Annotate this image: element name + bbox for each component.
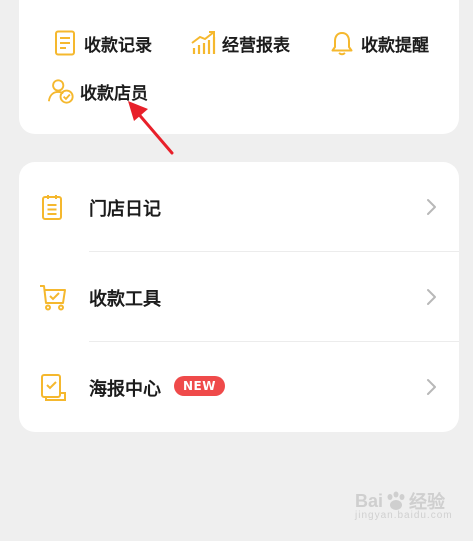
menu-item-label: 收款工具	[89, 289, 161, 310]
quick-action-payment-reminder[interactable]: 收款提醒	[328, 28, 429, 58]
menu-item-payment-tools[interactable]: 收款工具	[19, 252, 459, 342]
menu-item-poster-center[interactable]: 海报中心 NEW	[19, 342, 459, 432]
quick-action-business-report[interactable]: 经营报表	[189, 28, 290, 58]
growth-chart-icon	[189, 29, 217, 57]
chevron-right-icon	[427, 289, 436, 305]
quick-action-label: 收款记录	[84, 35, 152, 56]
annotation-arrow-icon	[128, 101, 174, 155]
menu-item-store-diary[interactable]: 门店日记	[19, 162, 459, 252]
chevron-right-icon	[427, 199, 436, 215]
baidu-watermark: Bai 经验 jingyan.baidu.com	[355, 488, 452, 522]
paw-icon	[387, 491, 405, 510]
menu-card: 门店日记 收款工具 海报中心 NEW	[19, 162, 459, 432]
clipboard-icon	[39, 193, 67, 221]
quick-actions-card: 收款记录 经营报表 收款提醒 收款店员	[19, 0, 459, 134]
menu-item-label: 海报中心	[89, 379, 161, 400]
staff-check-icon	[47, 77, 75, 105]
watermark-text-left: Bai	[355, 490, 384, 511]
watermark-url: jingyan.baidu.com	[355, 510, 453, 521]
chevron-right-icon	[427, 379, 436, 395]
poster-icon	[39, 373, 67, 401]
bell-icon	[328, 29, 356, 57]
menu-item-label: 门店日记	[89, 199, 161, 220]
quick-action-payment-records[interactable]: 收款记录	[51, 28, 152, 58]
quick-action-label: 收款提醒	[361, 35, 429, 56]
new-badge: NEW	[174, 376, 225, 396]
document-icon	[51, 29, 79, 57]
cart-icon	[39, 283, 67, 311]
quick-action-label: 经营报表	[222, 35, 290, 56]
